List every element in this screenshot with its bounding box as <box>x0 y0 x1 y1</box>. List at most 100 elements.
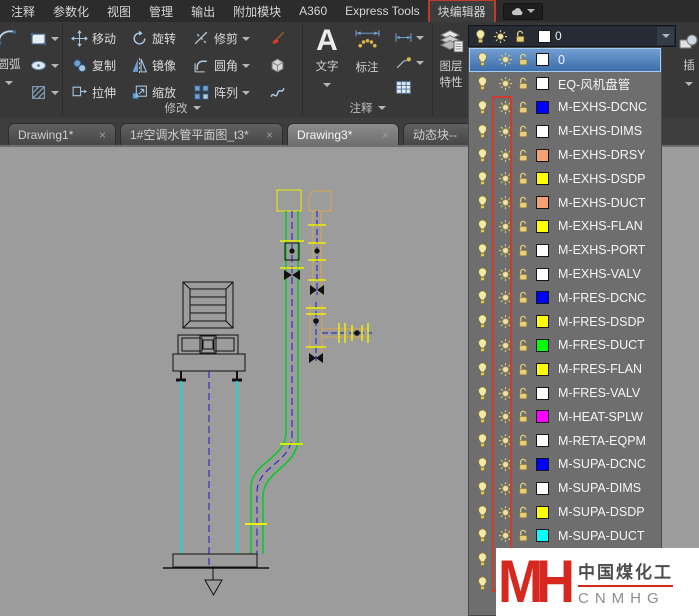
layer-freeze-sun-icon[interactable] <box>498 457 513 472</box>
ellipse-tool[interactable] <box>30 52 59 79</box>
layer-color-swatch[interactable] <box>536 506 549 519</box>
arc-tool[interactable]: 圆弧 <box>0 24 26 90</box>
layer-visibility-bulb-icon[interactable] <box>475 576 490 591</box>
layer-color-swatch[interactable] <box>536 244 549 257</box>
layer-color-swatch[interactable] <box>536 101 549 114</box>
layer-color-swatch[interactable] <box>536 363 549 376</box>
layer-freeze-sun-icon[interactable] <box>498 267 513 282</box>
modify-panel-title[interactable]: 修改 <box>63 100 302 116</box>
copy-tool[interactable]: 复制 <box>71 52 131 79</box>
layer-freeze-sun-icon[interactable] <box>498 124 513 139</box>
layer-freeze-sun-icon[interactable] <box>498 314 513 329</box>
fillet-tool[interactable]: 圆角 <box>193 52 267 79</box>
layer-list-item[interactable]: 0 <box>469 48 661 72</box>
layer-lock-icon[interactable] <box>516 457 531 472</box>
layer-visibility-bulb-icon[interactable] <box>473 29 488 44</box>
layer-lock-icon[interactable] <box>516 362 531 377</box>
paintbrush-tool[interactable] <box>269 25 286 52</box>
ribbon-tab-注释[interactable]: 注释 <box>2 0 44 23</box>
layer-lock-icon[interactable] <box>516 243 531 258</box>
layer-lock-icon[interactable] <box>516 52 531 67</box>
explode-tool[interactable] <box>269 52 286 79</box>
layer-visibility-bulb-icon[interactable] <box>475 219 490 234</box>
layer-lock-icon[interactable] <box>516 171 531 186</box>
ribbon-tab-视图[interactable]: 视图 <box>98 0 140 23</box>
layer-list-item[interactable]: M-EXHS-FLAN <box>469 215 661 239</box>
layer-lock-icon[interactable] <box>516 124 531 139</box>
text-tool[interactable]: A 文字 <box>311 24 343 92</box>
layer-list[interactable]: 0 EQ-风机盘管 M-EXHS-DCNC M-EXHS-DIMS M-EXHS… <box>468 47 662 616</box>
layer-color-swatch[interactable] <box>536 315 549 328</box>
layer-combo-dropdown-button[interactable] <box>657 27 674 45</box>
layer-freeze-sun-icon[interactable] <box>498 243 513 258</box>
layer-list-item[interactable]: M-RETA-EQPM <box>469 429 661 453</box>
tab-close-icon[interactable]: × <box>266 128 273 142</box>
layer-list-item[interactable]: M-EXHS-DSDP <box>469 167 661 191</box>
layer-list-item[interactable]: M-FRES-DCNC <box>469 286 661 310</box>
layer-visibility-bulb-icon[interactable] <box>475 124 490 139</box>
mirror-tool[interactable]: 镜像 <box>131 52 193 79</box>
trim-tool[interactable]: 修剪 <box>193 25 267 52</box>
layer-color-swatch[interactable] <box>536 482 549 495</box>
layer-list-item[interactable]: M-HEAT-SPLW <box>469 405 661 429</box>
layer-lock-icon[interactable] <box>516 195 531 210</box>
move-tool[interactable]: 移动 <box>71 25 131 52</box>
layer-color-swatch[interactable] <box>536 125 549 138</box>
layer-visibility-bulb-icon[interactable] <box>475 386 490 401</box>
layer-freeze-sun-icon[interactable] <box>498 290 513 305</box>
layer-freeze-sun-icon[interactable] <box>498 100 513 115</box>
layer-freeze-sun-icon[interactable] <box>498 528 513 543</box>
tab-close-icon[interactable]: × <box>382 128 389 142</box>
layer-freeze-sun-icon[interactable] <box>498 409 513 424</box>
layer-lock-icon[interactable] <box>516 219 531 234</box>
leader-tool[interactable] <box>395 50 424 75</box>
layer-list-item[interactable]: M-SUPA-DCNC <box>469 453 661 477</box>
layer-lock-icon[interactable] <box>513 29 528 44</box>
layer-list-item[interactable]: M-EXHS-DIMS <box>469 119 661 143</box>
layer-color-swatch[interactable] <box>536 339 549 352</box>
hatch-tool[interactable] <box>30 79 59 106</box>
tab-close-icon[interactable]: × <box>99 128 106 142</box>
layer-visibility-bulb-icon[interactable] <box>475 409 490 424</box>
layer-list-item[interactable]: M-FRES-FLAN <box>469 357 661 381</box>
layer-list-item[interactable]: M-FRES-DUCT <box>469 334 661 358</box>
dimension-tool[interactable]: 标注 <box>350 27 384 75</box>
layer-visibility-bulb-icon[interactable] <box>475 362 490 377</box>
layer-list-item[interactable]: M-SUPA-DIMS <box>469 476 661 500</box>
layer-lock-icon[interactable] <box>516 505 531 520</box>
file-tab[interactable]: Drawing1*× <box>8 123 116 145</box>
layer-visibility-bulb-icon[interactable] <box>475 552 490 567</box>
layer-freeze-sun-icon[interactable] <box>498 433 513 448</box>
layer-color-swatch[interactable] <box>536 291 549 304</box>
layer-lock-icon[interactable] <box>516 290 531 305</box>
layer-visibility-bulb-icon[interactable] <box>475 195 490 210</box>
layer-color-swatch[interactable] <box>536 149 549 162</box>
layer-lock-icon[interactable] <box>516 433 531 448</box>
layer-color-swatch[interactable] <box>536 220 549 233</box>
layer-visibility-bulb-icon[interactable] <box>475 314 490 329</box>
layer-freeze-sun-icon[interactable] <box>498 52 513 67</box>
file-tab[interactable]: 动态块-- <box>403 123 475 145</box>
layer-color-swatch[interactable] <box>536 53 549 66</box>
layer-color-swatch[interactable] <box>536 410 549 423</box>
layer-visibility-bulb-icon[interactable] <box>475 290 490 305</box>
ribbon-tab-输出[interactable]: 输出 <box>182 0 224 23</box>
layer-list-item[interactable]: M-EXHS-PORT <box>469 238 661 262</box>
layer-color-swatch[interactable] <box>536 172 549 185</box>
layer-lock-icon[interactable] <box>516 314 531 329</box>
layer-freeze-sun-icon[interactable] <box>498 505 513 520</box>
layer-lock-icon[interactable] <box>516 76 531 91</box>
layer-list-item[interactable]: M-EXHS-DUCT <box>469 191 661 215</box>
layer-visibility-bulb-icon[interactable] <box>475 481 490 496</box>
layer-freeze-sun-icon[interactable] <box>498 171 513 186</box>
layer-visibility-bulb-icon[interactable] <box>475 148 490 163</box>
layer-freeze-sun-icon[interactable] <box>498 481 513 496</box>
layer-lock-icon[interactable] <box>516 528 531 543</box>
layer-freeze-sun-icon[interactable] <box>498 148 513 163</box>
layer-color-swatch[interactable] <box>536 77 549 90</box>
layer-freeze-sun-icon[interactable] <box>498 386 513 401</box>
layer-properties-button[interactable]: 图层 特性 <box>434 22 468 118</box>
linear-dimension-tool[interactable] <box>395 25 424 50</box>
layer-list-item[interactable]: M-EXHS-DCNC <box>469 96 661 120</box>
file-tab[interactable]: Drawing3*× <box>287 123 399 145</box>
